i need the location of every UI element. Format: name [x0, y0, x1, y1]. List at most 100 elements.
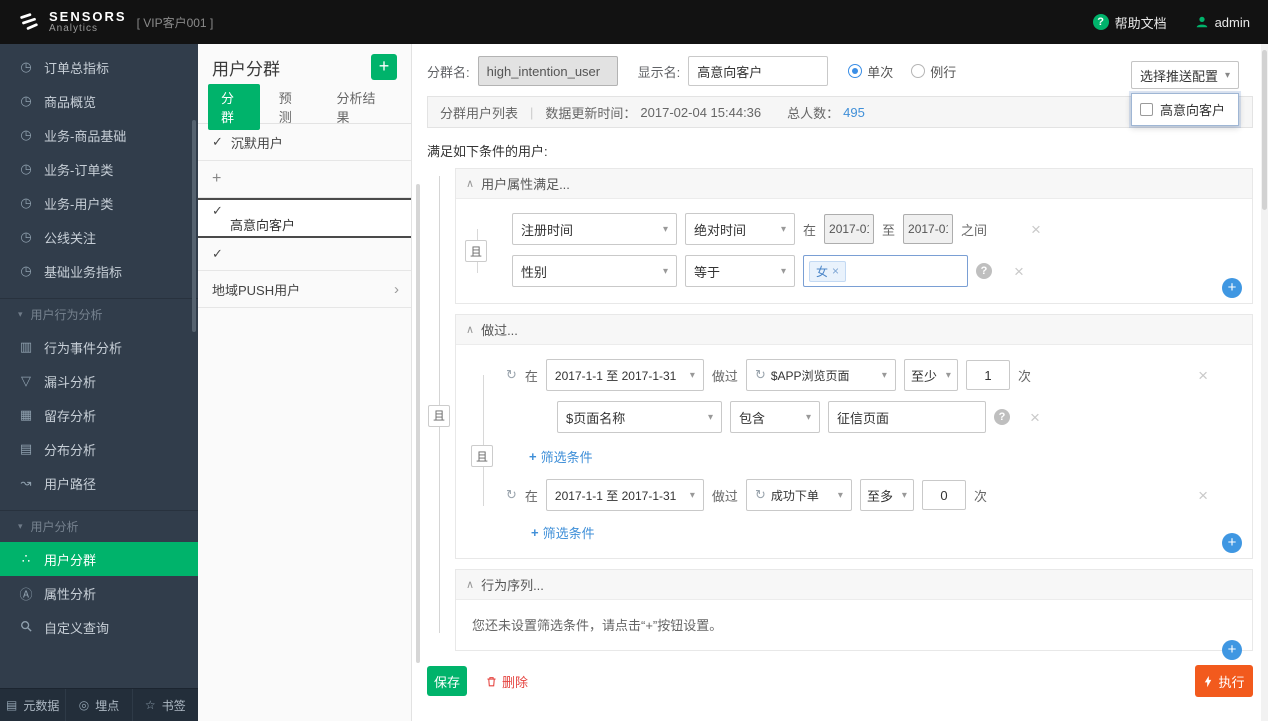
conditions-area: 且 ∧ 用户属性满足... 且 注册时间 ▾ 绝对时间 ▾ 在 2017-01-…	[428, 168, 1253, 660]
sidebar-item-distribution-analysis[interactable]: ▤ 分布分析	[0, 432, 198, 466]
sidebar-item-biz-user[interactable]: ◷ 业务-用户类	[0, 186, 198, 220]
sidebar-item-attribute-analysis[interactable]: Ⓐ 属性分析	[0, 576, 198, 610]
value-tag[interactable]: 女 ×	[809, 260, 847, 282]
qualifier-value: 至多	[866, 488, 893, 504]
did-text: 做过	[711, 368, 738, 384]
remove-condition-icon[interactable]: ×	[1014, 263, 1024, 280]
time-type-select[interactable]: 绝对时间 ▾	[685, 213, 795, 245]
profile-block-header[interactable]: ∧ 用户属性满足...	[456, 169, 1252, 199]
date-range-select[interactable]: 2017-1-1 至 2017-1-31 ▾	[545, 359, 704, 391]
filter-value-input[interactable]	[828, 401, 986, 433]
display-name-input[interactable]	[688, 56, 829, 86]
add-segment-button[interactable]: +	[371, 54, 397, 80]
sidebar-item-biz-order[interactable]: ◷ 业务-订单类	[0, 152, 198, 186]
sidebar-item-custom-query[interactable]: 自定义查询	[0, 610, 198, 644]
event-filter-row: $页面名称 ▾ 包含 ▾ ? ×	[557, 401, 1238, 433]
tab-analysis-results[interactable]: 分析结果	[324, 84, 402, 130]
page-scrollbar-thumb[interactable]	[1262, 50, 1267, 210]
filter-operator-select[interactable]: 包含 ▾	[730, 401, 820, 433]
help-link[interactable]: ? 帮助文档	[1092, 13, 1167, 32]
did-block-title: 做过...	[481, 323, 518, 338]
brand-logo[interactable]: SENSORS Analytics	[18, 10, 127, 34]
list-item-checked[interactable]: ✓	[198, 238, 411, 271]
user-menu[interactable]: admin	[1195, 15, 1250, 30]
main-scrollbar[interactable]	[416, 184, 420, 663]
sidebar-item-public-focus[interactable]: ◷ 公线关注	[0, 220, 198, 254]
list-item-add[interactable]: +	[198, 161, 411, 198]
push-option-label: 高意向客户	[1160, 103, 1226, 118]
event-select[interactable]: ↻ $APP浏览页面 ▾	[745, 359, 896, 391]
add-filter-link[interactable]: + 筛选条件	[529, 447, 593, 466]
remove-filter-icon[interactable]: ×	[1030, 409, 1040, 426]
event-select-value: $APP浏览页面	[770, 368, 850, 383]
operator-select[interactable]: 等于 ▾	[685, 255, 795, 287]
sidebar-section-behavior-analysis[interactable]: ▾ 用户行为分析	[0, 298, 198, 330]
qualifier-select[interactable]: 至少 ▾	[903, 359, 958, 391]
did-condition-block: ∧ 做过... ↻ 在 2017-1-1 至 2017-1-31 ▾ 做过 ↻ …	[455, 314, 1253, 559]
sequence-block-header[interactable]: ∧ 行为序列...	[456, 570, 1252, 600]
count-input[interactable]	[921, 480, 966, 510]
total-count-value[interactable]: 495	[843, 105, 865, 120]
remove-event-icon[interactable]: ×	[1198, 367, 1208, 384]
property-select[interactable]: 性别 ▾	[512, 255, 677, 287]
brand-text: SENSORS Analytics	[49, 10, 127, 34]
sidebar-item-biz-product-base[interactable]: ◷ 业务-商品基础	[0, 118, 198, 152]
remove-event-icon[interactable]: ×	[1198, 487, 1208, 504]
sidebar-item-product-overview[interactable]: ◷ 商品概览	[0, 84, 198, 118]
date-to-input[interactable]	[903, 214, 954, 244]
sidebar-section-user-analysis[interactable]: ▾ 用户分析	[0, 510, 198, 542]
footer-item-metadata[interactable]: ▤ 元数据	[0, 689, 67, 721]
total-count-label: 总人数：	[787, 105, 840, 121]
push-config-button[interactable]: 选择推送配置 ▾	[1131, 61, 1239, 89]
sidebar-item-funnel-analysis[interactable]: ▽ 漏斗分析	[0, 364, 198, 398]
add-filter-link[interactable]: + 筛选条件	[531, 523, 595, 542]
sidebar-scrollbar[interactable]	[192, 120, 196, 332]
qualifier-select[interactable]: 至多 ▾	[859, 479, 914, 511]
add-profile-condition-button[interactable]: +	[1222, 278, 1242, 298]
count-input[interactable]	[965, 360, 1010, 390]
footer-item-label: 埋点	[95, 698, 120, 713]
help-icon[interactable]: ?	[976, 263, 992, 279]
outer-and-connector[interactable]: 且	[428, 404, 450, 427]
help-icon[interactable]: ?	[994, 409, 1010, 425]
list-item-silent-users[interactable]: ✓ 沉默用户	[198, 124, 411, 161]
date-range-select[interactable]: 2017-1-1 至 2017-1-31 ▾	[545, 479, 704, 511]
push-option-high-intention[interactable]: 高意向客户	[1140, 100, 1230, 119]
remove-tag-icon[interactable]: ×	[832, 264, 839, 278]
list-item-high-intention[interactable]: ✓ 高意向客户	[198, 198, 411, 238]
sidebar-item-basic-biz-metrics[interactable]: ◷ 基础业务指标	[0, 254, 198, 288]
tag-value-input[interactable]: 女 ×	[803, 255, 968, 287]
footer-item-buried-point[interactable]: ◎ 埋点	[66, 689, 133, 721]
sidebar-item-order-metrics[interactable]: ◷ 订单总指标	[0, 50, 198, 84]
radio-routine[interactable]: 例行	[911, 62, 956, 81]
filter-property-select[interactable]: $页面名称 ▾	[557, 401, 722, 433]
profile-and-connector[interactable]: 且	[465, 240, 487, 262]
add-event-condition-button[interactable]: +	[1222, 533, 1242, 553]
push-option-checkbox[interactable]	[1140, 103, 1153, 116]
plus-icon: +	[212, 170, 222, 187]
list-item-region-push[interactable]: 地域PUSH用户 ›	[198, 271, 411, 308]
footer-item-bookmark[interactable]: ☆ 书签	[133, 689, 198, 721]
execute-button[interactable]: 执行	[1195, 665, 1253, 697]
save-button[interactable]: 保存	[427, 666, 467, 696]
did-block-header[interactable]: ∧ 做过...	[456, 315, 1252, 345]
remove-condition-icon[interactable]: ×	[1031, 221, 1041, 238]
date-from-input[interactable]	[824, 214, 875, 244]
sidebar-item-user-segmentation[interactable]: ∴ 用户分群	[0, 542, 198, 576]
sidebar-item-user-path[interactable]: ↝ 用户路径	[0, 466, 198, 500]
radio-once[interactable]: 单次	[848, 62, 893, 81]
tab-prediction[interactable]: 预测	[266, 84, 318, 130]
did-and-connector[interactable]: 且	[471, 445, 493, 467]
help-label: 帮助文档	[1114, 15, 1167, 31]
unit-text: 次	[973, 488, 987, 504]
sidebar-item-retention-analysis[interactable]: ▦ 留存分析	[0, 398, 198, 432]
caret-down-icon: ▾	[805, 411, 811, 423]
add-sequence-condition-button[interactable]: +	[1222, 640, 1242, 660]
tab-segments[interactable]: 分群	[208, 83, 260, 130]
delete-button[interactable]: 删除	[485, 672, 528, 691]
page-scrollbar-track[interactable]	[1261, 44, 1268, 721]
user-list-label[interactable]: 分群用户列表	[440, 103, 518, 122]
property-select[interactable]: 注册时间 ▾	[512, 213, 677, 245]
event-select[interactable]: ↻ 成功下单 ▾	[745, 479, 852, 511]
sidebar-item-event-analysis[interactable]: ▥ 行为事件分析	[0, 330, 198, 364]
